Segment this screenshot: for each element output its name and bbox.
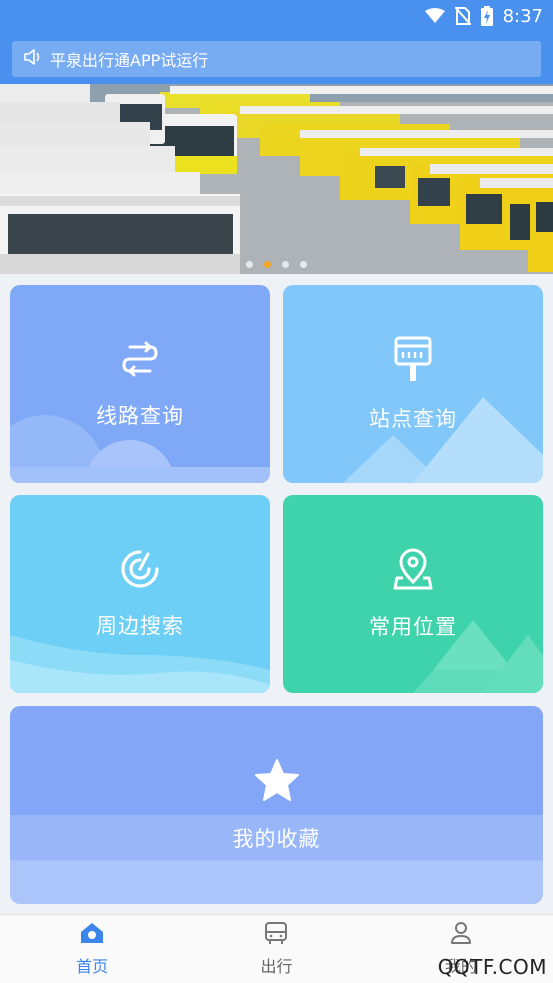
route-query-card[interactable]: 线路查询: [10, 285, 270, 483]
home-icon: [79, 921, 105, 949]
banner-dot[interactable]: [246, 261, 253, 268]
route-query-label: 线路查询: [96, 403, 184, 428]
nearby-search-label: 周边搜索: [96, 613, 184, 638]
notice-bar[interactable]: 平泉出行通APP试运行: [12, 41, 541, 77]
bus-stop-sign-icon: [393, 336, 433, 387]
speaker-icon: [24, 49, 42, 69]
bus-icon: [264, 921, 288, 949]
notice-text: 平泉出行通APP试运行: [50, 51, 209, 70]
banner-indicator: [0, 261, 553, 268]
cloud-decoration: [10, 415, 270, 483]
banner-dot[interactable]: [282, 261, 289, 268]
favorites-card[interactable]: 我的收藏: [10, 706, 543, 904]
map-pin-icon: [393, 547, 433, 595]
bottom-nav: 首页 出行 我的 QQTF.COM: [0, 914, 553, 983]
route-swap-icon: [120, 339, 160, 384]
nav-home[interactable]: 首页: [0, 915, 184, 983]
status-time: 8:37: [502, 5, 543, 27]
common-location-card[interactable]: 常用位置: [283, 495, 543, 693]
no-sim-icon: [454, 7, 471, 25]
status-bar: 8:37: [0, 0, 553, 32]
star-icon: [254, 758, 300, 807]
user-icon: [449, 921, 473, 949]
banner-image: [0, 84, 553, 274]
nav-travel[interactable]: 出行: [184, 915, 368, 983]
common-location-label: 常用位置: [369, 614, 457, 639]
wifi-icon: [424, 8, 445, 24]
favorites-label: 我的收藏: [232, 826, 321, 851]
battery-charging-icon: [480, 6, 493, 26]
station-query-card[interactable]: 站点查询: [283, 285, 543, 483]
nearby-search-card[interactable]: 周边搜索: [10, 495, 270, 693]
banner-dot[interactable]: [300, 261, 307, 268]
wave-decoration: [10, 635, 270, 693]
header: 平泉出行通APP试运行: [0, 32, 553, 84]
banner-dot-active[interactable]: [264, 261, 271, 268]
station-query-label: 站点查询: [369, 406, 457, 431]
watermark: QQTF.COM: [437, 955, 547, 979]
nav-home-label: 首页: [76, 957, 109, 976]
banner-carousel[interactable]: [0, 84, 553, 274]
radar-icon: [120, 549, 160, 594]
nav-travel-label: 出行: [260, 957, 293, 976]
